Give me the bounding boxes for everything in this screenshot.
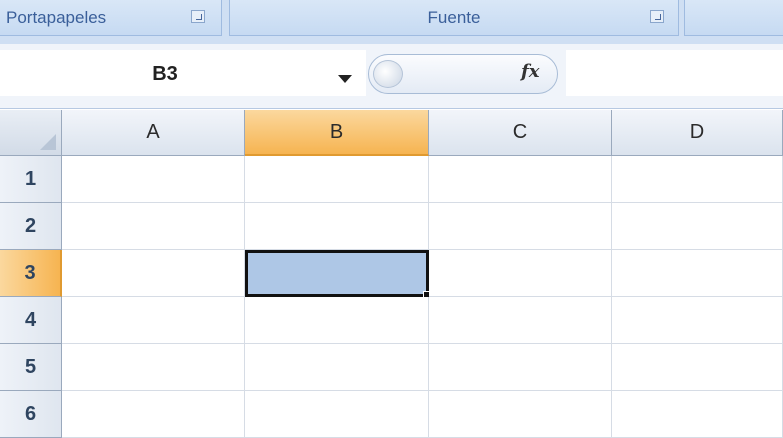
select-all-corner[interactable] (0, 110, 62, 156)
chevron-down-icon[interactable] (338, 75, 352, 83)
cell[interactable] (245, 391, 429, 438)
cell[interactable] (612, 250, 783, 297)
row-header-3[interactable]: 3 (0, 250, 62, 297)
active-cell[interactable] (245, 250, 429, 297)
cell[interactable] (62, 391, 245, 438)
row-header-5[interactable]: 5 (0, 344, 62, 391)
cell[interactable] (62, 156, 245, 203)
row-header-6[interactable]: 6 (0, 391, 62, 438)
name-box-value: B3 (152, 63, 178, 85)
cell[interactable] (612, 391, 783, 438)
ribbon-group-clipboard: Portapapeles (0, 0, 222, 36)
row-header-2[interactable]: 2 (0, 203, 62, 250)
column-header-c[interactable]: C (429, 110, 612, 156)
cell[interactable] (429, 250, 612, 297)
cell[interactable] (612, 203, 783, 250)
ribbon-group-next (684, 0, 783, 36)
cell[interactable] (612, 344, 783, 391)
column-header-b[interactable]: B (245, 110, 429, 156)
cell[interactable] (62, 344, 245, 391)
cell[interactable] (245, 156, 429, 203)
row-header-1[interactable]: 1 (0, 156, 62, 203)
cancel-knob-icon[interactable] (373, 60, 403, 88)
cell[interactable] (429, 297, 612, 344)
ribbon: Portapapeles Fuente (0, 0, 783, 44)
formula-controls: fx (368, 54, 558, 94)
column-header-a[interactable]: A (62, 110, 245, 156)
cell[interactable] (245, 203, 429, 250)
cell[interactable] (429, 203, 612, 250)
cell[interactable] (62, 250, 245, 297)
ribbon-group-font: Fuente (229, 0, 679, 36)
dialog-launcher-icon[interactable] (650, 10, 664, 23)
formula-input[interactable] (566, 50, 783, 96)
cell[interactable] (429, 391, 612, 438)
row-header-4[interactable]: 4 (0, 297, 62, 344)
cell[interactable] (245, 297, 429, 344)
insert-function-icon[interactable]: fx (521, 61, 539, 82)
cell[interactable] (62, 203, 245, 250)
column-header-d[interactable]: D (612, 110, 783, 156)
cell[interactable] (245, 344, 429, 391)
cell[interactable] (429, 156, 612, 203)
name-box[interactable]: B3 (0, 50, 366, 96)
cell[interactable] (612, 297, 783, 344)
cell[interactable] (612, 156, 783, 203)
cell[interactable] (62, 297, 245, 344)
formula-bar: B3 fx (0, 44, 783, 109)
dialog-launcher-icon[interactable] (191, 10, 205, 23)
ribbon-group-clipboard-label: Portapapeles (6, 8, 107, 27)
ribbon-group-font-label: Fuente (427, 8, 481, 27)
cell[interactable] (429, 344, 612, 391)
spreadsheet-grid: ABCD 123456 (0, 110, 783, 438)
